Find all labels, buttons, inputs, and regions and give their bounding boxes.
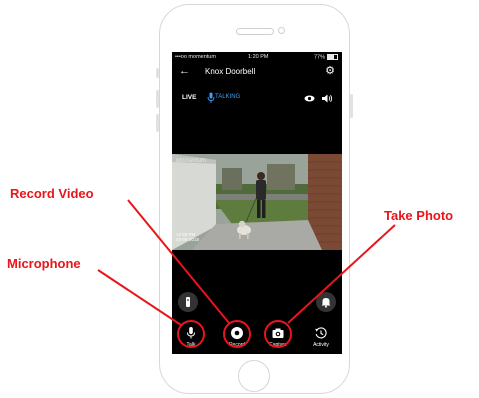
microphone-pointer-line [97, 269, 182, 326]
record-highlight-circle [223, 320, 251, 348]
capture-highlight-circle [264, 320, 292, 348]
record-video-annotation: Record Video [10, 186, 94, 201]
take-photo-annotation: Take Photo [384, 208, 454, 223]
photo-pointer-line [287, 224, 396, 324]
microphone-highlight-circle [177, 320, 205, 348]
record-pointer-line [127, 199, 230, 324]
microphone-annotation: Microphone [7, 256, 81, 271]
